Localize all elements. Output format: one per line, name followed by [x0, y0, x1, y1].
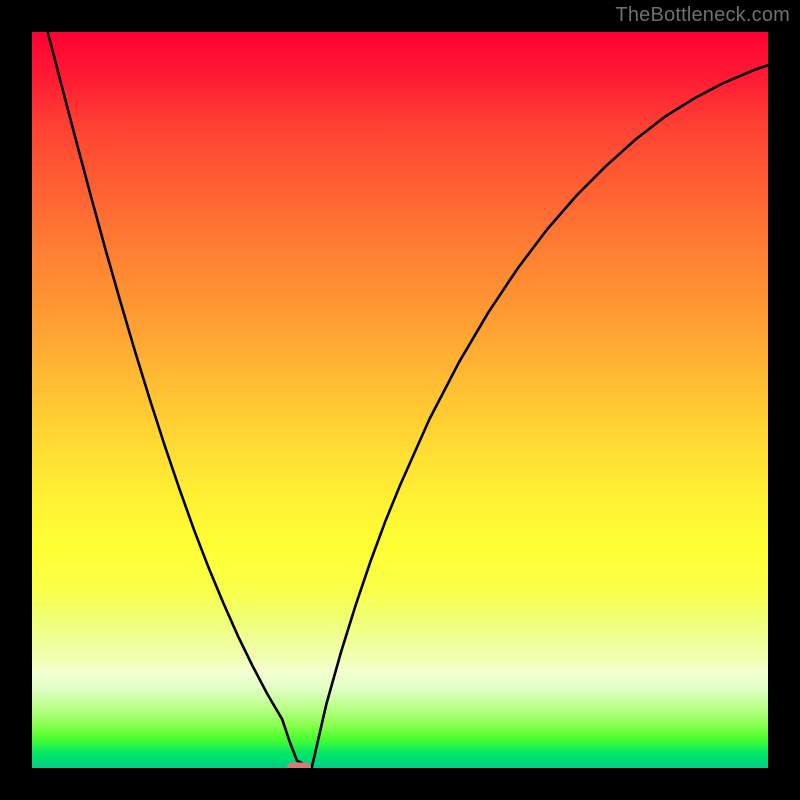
watermark-text: TheBottleneck.com — [615, 4, 790, 27]
minimum-marker — [287, 763, 311, 769]
plot-area — [32, 32, 768, 768]
gradient-background — [32, 32, 768, 768]
chart-container: TheBottleneck.com — [0, 0, 800, 800]
